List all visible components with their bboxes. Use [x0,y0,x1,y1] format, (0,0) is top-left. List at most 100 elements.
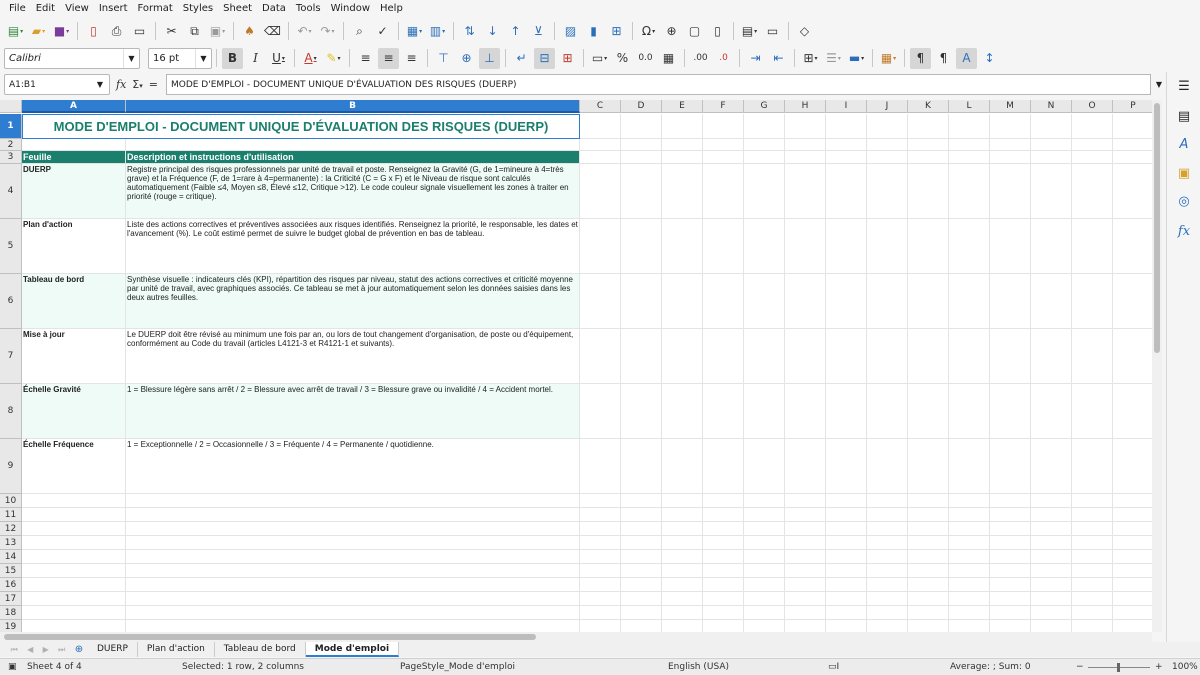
empty-cell[interactable] [703,550,744,564]
column-header[interactable]: O [1072,100,1113,113]
sheet-name-cell[interactable]: DUERP [22,164,126,219]
empty-cell[interactable] [621,139,662,151]
empty-cell[interactable] [744,578,785,592]
borders-icon[interactable]: ⊞ ▾ [800,48,821,69]
empty-cell[interactable] [703,508,744,522]
empty-cell[interactable] [703,329,744,384]
column-header[interactable]: P [1113,100,1152,113]
empty-cell[interactable] [826,522,867,536]
row-header[interactable]: 5 [0,219,22,274]
empty-cell[interactable] [785,139,826,151]
styles-icon[interactable]: A [1175,135,1193,153]
empty-cell[interactable] [826,384,867,439]
empty-cell[interactable] [785,164,826,219]
empty-cell[interactable] [662,606,703,620]
empty-cell[interactable] [785,151,826,164]
empty-cell[interactable] [1113,536,1152,550]
empty-cell[interactable] [621,564,662,578]
empty-cell[interactable] [580,329,621,384]
empty-cell[interactable] [1113,384,1152,439]
empty-cell[interactable] [826,151,867,164]
empty-cell[interactable] [1031,439,1072,494]
empty-cell[interactable] [1113,564,1152,578]
empty-cell[interactable] [949,219,990,274]
row-header[interactable]: 3 [0,151,22,164]
empty-cell[interactable] [867,578,908,592]
empty-cell[interactable] [126,606,580,620]
align-center-icon[interactable]: ≡ [378,47,399,69]
empty-cell[interactable] [785,494,826,508]
empty-cell[interactable] [785,578,826,592]
empty-cell[interactable] [908,164,949,219]
show-draw-functions-icon[interactable]: ◇ [794,21,815,42]
description-cell[interactable]: Liste des actions correctives et prévent… [126,219,580,274]
empty-cell[interactable] [703,494,744,508]
empty-cell[interactable] [703,564,744,578]
empty-cell[interactable] [949,384,990,439]
empty-cell[interactable] [744,114,785,139]
empty-cell[interactable] [662,384,703,439]
expand-formula-bar-icon[interactable]: ▼ [1153,80,1165,89]
empty-cell[interactable] [580,508,621,522]
empty-cell[interactable] [1031,606,1072,620]
empty-cell[interactable] [949,439,990,494]
empty-cell[interactable] [1031,578,1072,592]
empty-cell[interactable] [580,274,621,329]
empty-cell[interactable] [621,439,662,494]
row-header[interactable]: 15 [0,564,22,578]
empty-cell[interactable] [621,274,662,329]
bold-icon[interactable]: B [222,47,243,69]
spelling-icon[interactable]: ✓ [372,21,393,42]
empty-cell[interactable] [580,578,621,592]
redo-icon[interactable]: ↷ ▾ [317,21,338,42]
freeze-rows-columns-icon[interactable]: ▭ [762,21,783,42]
empty-cell[interactable] [990,494,1031,508]
menu-edit[interactable]: Edit [31,3,60,14]
empty-cell[interactable] [1072,564,1113,578]
row-icon[interactable]: ▦ ▾ [404,21,425,42]
empty-cell[interactable] [949,164,990,219]
chevron-down-icon[interactable]: ▼ [195,48,211,68]
empty-cell[interactable] [22,508,126,522]
find-replace-icon[interactable]: ⌕ [349,21,370,42]
align-top-icon[interactable]: ⊤ [433,48,454,69]
empty-cell[interactable] [662,219,703,274]
empty-cell[interactable] [1113,494,1152,508]
sheet-name-cell[interactable]: Échelle Fréquence [22,439,126,494]
empty-cell[interactable] [1031,592,1072,606]
empty-cell[interactable] [990,219,1031,274]
empty-cell[interactable] [1072,536,1113,550]
column-header[interactable]: E [662,100,703,113]
chevron-down-icon[interactable]: ▼ [91,80,109,89]
empty-cell[interactable] [1072,164,1113,219]
empty-cell[interactable] [785,620,826,632]
empty-cell[interactable] [621,620,662,632]
empty-cell[interactable] [785,536,826,550]
menu-format[interactable]: Format [133,3,178,14]
empty-cell[interactable] [1113,274,1152,329]
zoom-slider-thumb[interactable] [1117,663,1120,672]
empty-cell[interactable] [990,522,1031,536]
selection-mode-icon[interactable]: ▭I [828,662,839,672]
increase-indent-icon[interactable]: ⇥ [745,48,766,69]
empty-cell[interactable] [662,164,703,219]
spreadsheet-grid[interactable]: A B C D E F G H I J K L M N O P 1 2 3 4 5 6 7 8 9 10 11 12 13 14 15 16 1… [0,100,1152,632]
empty-cell[interactable] [744,139,785,151]
empty-cell[interactable] [126,578,580,592]
empty-cell[interactable] [1113,219,1152,274]
empty-cell[interactable] [744,592,785,606]
empty-cell[interactable] [744,151,785,164]
empty-cell[interactable] [744,329,785,384]
empty-cell[interactable] [703,139,744,151]
unmerge-cells-icon[interactable]: ⊞ [557,48,578,69]
empty-cell[interactable] [867,439,908,494]
vertical-text-icon[interactable]: A [956,47,977,69]
empty-cell[interactable] [22,550,126,564]
empty-cell[interactable] [703,536,744,550]
menu-tools[interactable]: Tools [291,3,326,14]
empty-cell[interactable] [785,550,826,564]
empty-cell[interactable] [621,536,662,550]
empty-cell[interactable] [621,384,662,439]
column-header[interactable]: M [990,100,1031,113]
empty-cell[interactable] [126,139,580,151]
